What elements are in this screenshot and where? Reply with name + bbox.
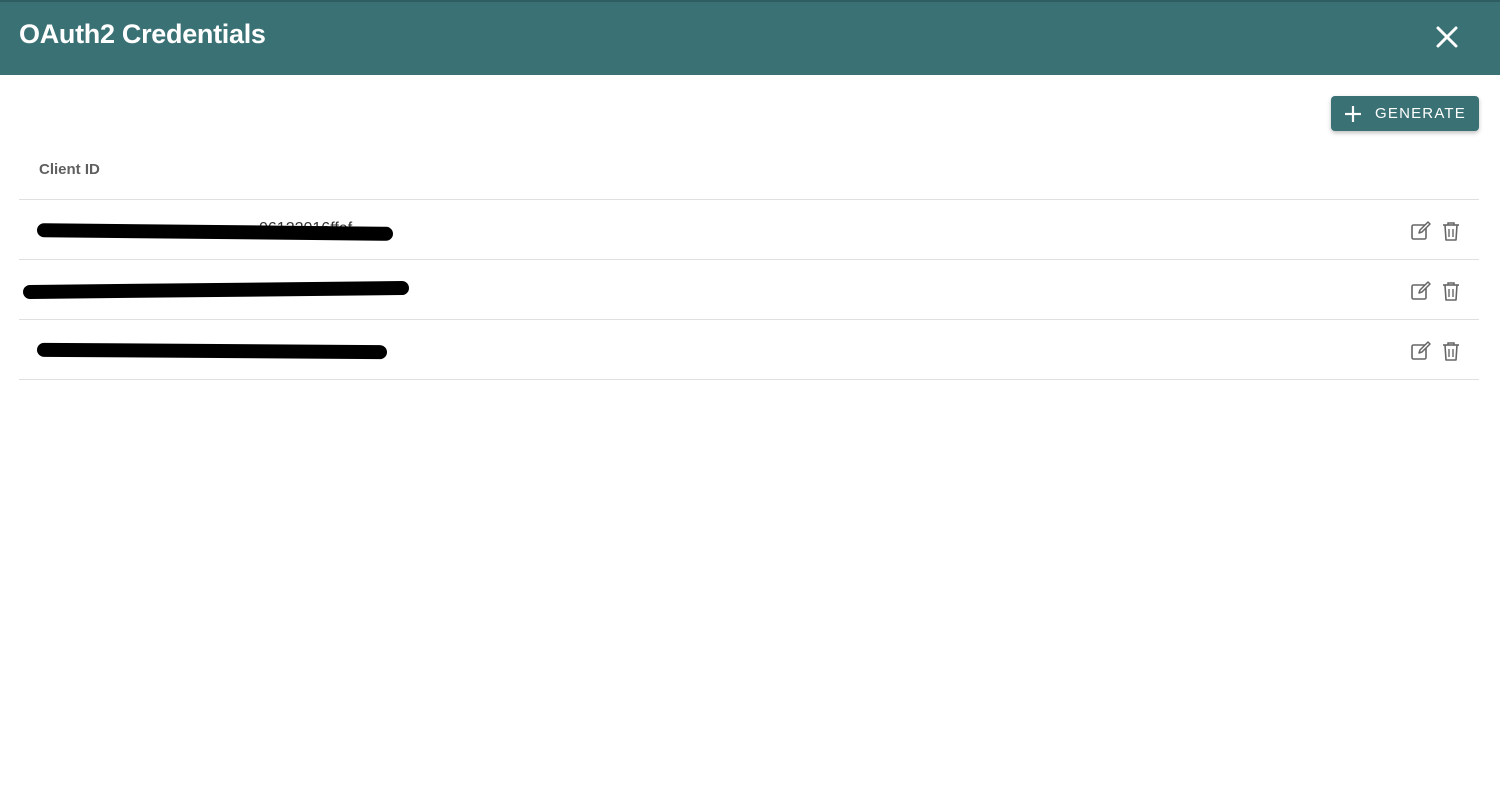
credentials-table: Client ID 06122016ffef — [19, 140, 1479, 380]
trash-icon[interactable] — [1440, 340, 1462, 362]
table-row — [19, 320, 1479, 380]
dialog-title: OAuth2 Credentials — [19, 19, 266, 49]
close-button[interactable] — [1432, 22, 1462, 52]
redaction-mark — [36, 223, 394, 241]
trash-icon[interactable] — [1440, 280, 1462, 302]
trash-icon[interactable] — [1440, 220, 1462, 242]
redaction-mark — [36, 342, 388, 360]
table-row — [19, 260, 1479, 320]
generate-button[interactable]: GENERATE — [1331, 96, 1479, 131]
redaction-mark — [22, 280, 410, 300]
dialog-header: OAuth2 Credentials — [0, 0, 1500, 75]
plus-icon — [1345, 105, 1361, 122]
edit-icon[interactable] — [1410, 280, 1432, 302]
edit-icon[interactable] — [1410, 220, 1432, 242]
generate-button-label: GENERATE — [1375, 105, 1467, 122]
close-icon — [1436, 26, 1458, 48]
table-header-row: Client ID — [19, 140, 1479, 200]
table-row: 06122016ffef — [19, 200, 1479, 260]
column-header-client-id: Client ID — [39, 161, 100, 178]
edit-icon[interactable] — [1410, 340, 1432, 362]
row-actions — [1410, 220, 1462, 242]
row-actions — [1410, 280, 1462, 302]
row-actions — [1410, 340, 1462, 362]
